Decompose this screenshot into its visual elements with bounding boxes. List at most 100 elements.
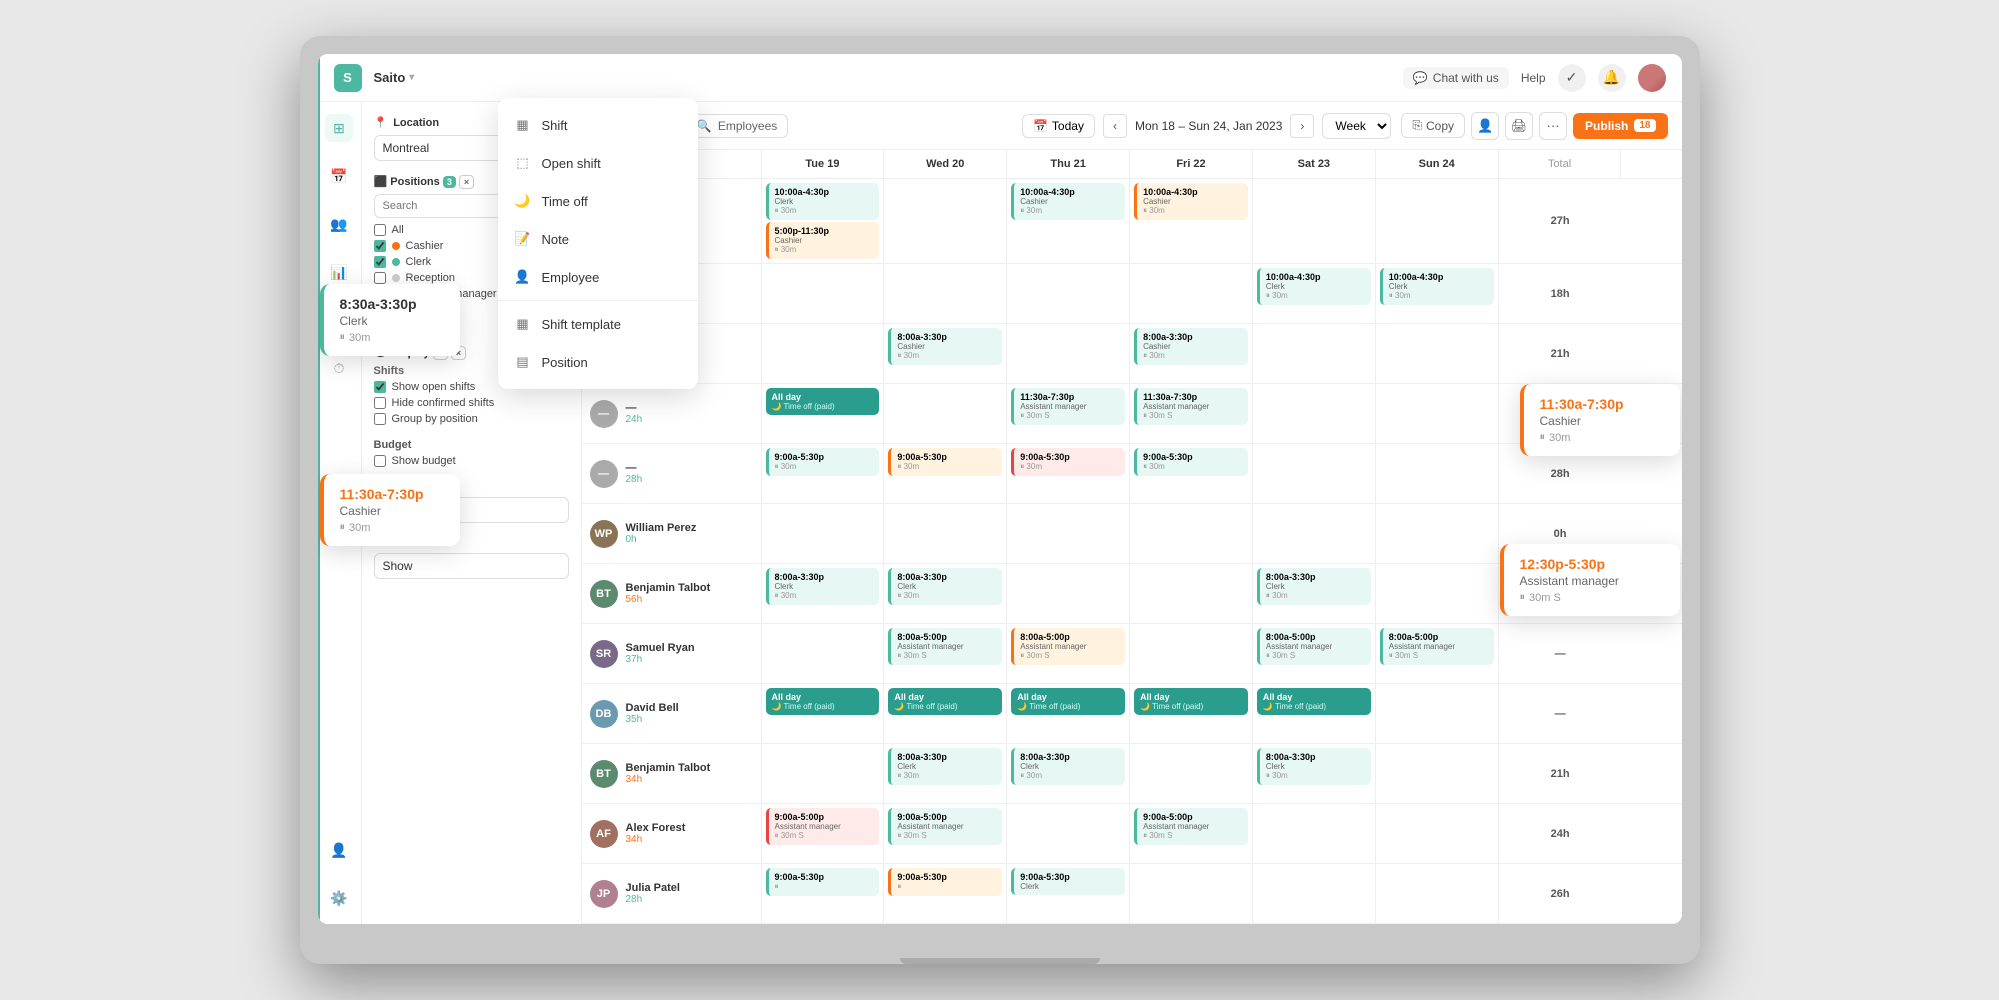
shift-block[interactable]: 9:00a-5:30p ⏸ 30m [1134, 448, 1248, 476]
nav-settings-icon[interactable]: ⚙️ [325, 884, 353, 912]
shift-block[interactable]: 8:00a-3:30p Clerk ⏸ 30m [888, 748, 1002, 785]
shift-cell[interactable] [1130, 264, 1253, 323]
shift-cell[interactable] [1007, 504, 1130, 563]
shift-cell[interactable] [762, 504, 885, 563]
shift-cell[interactable] [1007, 324, 1130, 383]
nav-calendar-icon[interactable]: 📅 [325, 162, 353, 190]
shift-cell[interactable]: All day 🌙 Time off (paid) [1007, 684, 1130, 743]
nav-message-icon[interactable]: ✉️ [325, 306, 353, 334]
shift-block[interactable]: 9:00a-5:30p ⏸ [766, 868, 880, 896]
shift-cell[interactable]: 9:00a-5:00p Assistant manager ⏸ 30m S [1130, 804, 1253, 863]
shift-cell[interactable] [1376, 864, 1499, 923]
shift-cell[interactable] [762, 624, 885, 683]
prev-week-button[interactable]: ‹ [1103, 114, 1127, 138]
menu-item-employee[interactable]: 👤 Employee [582, 258, 698, 296]
shift-block[interactable]: 9:00a-5:00p Assistant manager ⏸ 30m S [1134, 808, 1248, 845]
shift-block[interactable]: 8:00a-3:30p Clerk ⏸ 30m [766, 568, 880, 605]
shift-cell[interactable]: 10:00a-4:30p Clerk ⏸ 30m 5:00p-11:30p Ca… [762, 179, 885, 263]
shift-cell[interactable] [1130, 744, 1253, 803]
shift-cell[interactable] [884, 384, 1007, 443]
shift-block[interactable]: 9:00a-5:00p Assistant manager ⏸ 30m S [888, 808, 1002, 845]
shift-cell[interactable]: 8:00a-5:00p Assistant manager ⏸ 30m S [884, 624, 1007, 683]
checkmark-icon[interactable]: ✓ [1558, 64, 1586, 92]
avatar[interactable] [1638, 64, 1666, 92]
publish-button[interactable]: Publish 18 [1573, 113, 1667, 139]
copy-button[interactable]: ⎘ Copy [1401, 113, 1465, 138]
shift-cell[interactable]: 11:30a-7:30p Assistant manager ⏸ 30m S [1007, 384, 1130, 443]
shift-cell[interactable] [1253, 384, 1376, 443]
menu-item-open-shift[interactable]: ⬚ Open shift [582, 144, 698, 182]
shift-cell[interactable]: 10:00a-4:30p Cashier ⏸ 30m [1007, 179, 1130, 263]
shift-block-time-off[interactable]: All day 🌙 Time off (paid) [766, 688, 880, 715]
shift-cell[interactable] [1376, 564, 1499, 623]
shift-cell[interactable]: 8:00a-3:30p Clerk ⏸ 30m [1253, 564, 1376, 623]
group-by-position-checkbox[interactable]: Group by position [374, 413, 569, 425]
shift-cell[interactable]: 9:00a-5:00p Assistant manager ⏸ 30m S [884, 804, 1007, 863]
menu-item-time-off[interactable]: 🌙 Time off [582, 182, 698, 220]
show-budget-checkbox[interactable]: Show budget [374, 455, 569, 467]
shift-cell[interactable] [884, 264, 1007, 323]
shift-block[interactable]: 8:00a-5:00p Assistant manager ⏸ 30m S [1257, 628, 1371, 665]
shift-block[interactable]: 8:00a-3:30p Clerk ⏸ 30m [1257, 568, 1371, 605]
shift-block[interactable]: 9:00a-5:30p ⏸ [888, 868, 1002, 896]
shift-block[interactable]: 8:00a-3:30p Clerk ⏸ 30m [1011, 748, 1125, 785]
shift-block[interactable]: 10:00a-4:30p Clerk ⏸ 30m [766, 183, 880, 220]
bell-icon[interactable]: 🔔 [1598, 64, 1626, 92]
shift-cell[interactable]: 8:00a-3:30p Clerk ⏸ 30m [1253, 744, 1376, 803]
today-button[interactable]: 📅 Today [1022, 114, 1095, 138]
shift-block-time-off[interactable]: All day 🌙 Time off (paid) [888, 688, 1002, 715]
shift-cell[interactable] [1253, 504, 1376, 563]
shift-cell[interactable]: 8:00a-3:30p Clerk ⏸ 30m [884, 564, 1007, 623]
shift-cell[interactable]: 9:00a-5:30p ⏸ 30m [1130, 444, 1253, 503]
shift-cell[interactable]: 9:00a-5:30p ⏸ 30m [884, 444, 1007, 503]
shift-cell[interactable] [1376, 744, 1499, 803]
shift-cell[interactable] [1253, 179, 1376, 263]
shift-block-time-off[interactable]: All day 🌙 Time off (paid) [766, 388, 880, 415]
app-brand[interactable]: Saito ▾ [374, 70, 415, 85]
shift-cell[interactable] [1130, 624, 1253, 683]
shift-cell[interactable] [884, 179, 1007, 263]
shift-cell[interactable] [1376, 804, 1499, 863]
shift-cell[interactable]: 8:00a-3:30p Clerk ⏸ 30m [762, 564, 885, 623]
menu-item-position[interactable]: ▤ Position [582, 343, 698, 381]
shift-cell[interactable] [1253, 864, 1376, 923]
shift-cell[interactable]: 9:00a-5:30p ⏸ 30m [762, 444, 885, 503]
shift-cell[interactable]: All day 🌙 Time off (paid) [762, 384, 885, 443]
shift-cell[interactable]: 8:00a-5:00p Assistant manager ⏸ 30m S [1376, 624, 1499, 683]
person-icon-button[interactable]: 👤 [1471, 112, 1499, 140]
shift-cell[interactable]: 10:00a-4:30p Clerk ⏸ 30m [1376, 264, 1499, 323]
shift-block[interactable]: 8:00a-5:00p Assistant manager ⏸ 30m S [888, 628, 1002, 665]
menu-item-shift[interactable]: ▦ Shift [582, 106, 698, 144]
shift-cell[interactable] [1376, 179, 1499, 263]
shift-cell[interactable] [1007, 804, 1130, 863]
shift-cell[interactable]: 8:00a-3:30p Clerk ⏸ 30m [884, 744, 1007, 803]
shift-block[interactable]: 8:00a-3:30p Clerk ⏸ 30m [1257, 748, 1371, 785]
shift-block[interactable]: 10:00a-4:30p Clerk ⏸ 30m [1257, 268, 1371, 305]
shift-cell[interactable] [1376, 384, 1499, 443]
shift-block[interactable]: 9:00a-5:30p ⏸ 30m [888, 448, 1002, 476]
shift-cell[interactable] [1376, 504, 1499, 563]
shift-block-time-off[interactable]: All day 🌙 Time off (paid) [1011, 688, 1125, 715]
shift-block[interactable]: 9:00a-5:30p ⏸ 30m [1011, 448, 1125, 476]
shift-block-time-off[interactable]: All day 🌙 Time off (paid) [1134, 688, 1248, 715]
nav-time-icon[interactable]: ⏱ [325, 354, 353, 382]
shift-block[interactable]: 9:00a-5:30p Clerk [1011, 868, 1125, 895]
shift-cell[interactable]: All day 🌙 Time off (paid) [1130, 684, 1253, 743]
shift-cell[interactable]: 8:00a-3:30p Cashier ⏸ 30m [1130, 324, 1253, 383]
shift-cell[interactable] [762, 744, 885, 803]
shift-cell[interactable] [1253, 324, 1376, 383]
shift-cell[interactable] [884, 504, 1007, 563]
shift-cell[interactable]: 8:00a-5:00p Assistant manager ⏸ 30m S [1007, 624, 1130, 683]
shift-block[interactable]: 8:00a-5:00p Assistant manager ⏸ 30m S [1011, 628, 1125, 665]
shift-cell[interactable] [1130, 504, 1253, 563]
shift-cell[interactable]: 8:00a-5:00p Assistant manager ⏸ 30m S [1253, 624, 1376, 683]
shift-block[interactable]: 10:00a-4:30p Cashier ⏸ 30m [1134, 183, 1248, 220]
chat-button[interactable]: 💬 Chat with us [1403, 67, 1509, 89]
shift-cell[interactable] [762, 264, 885, 323]
shift-cell[interactable] [1376, 684, 1499, 743]
shift-block[interactable]: 9:00a-5:30p ⏸ 30m [766, 448, 880, 476]
shift-cell[interactable]: All day 🌙 Time off (paid) [884, 684, 1007, 743]
week-select[interactable]: Week [1322, 113, 1391, 139]
shift-cell[interactable] [1007, 264, 1130, 323]
shift-cell[interactable]: 9:00a-5:30p ⏸ [884, 864, 1007, 923]
